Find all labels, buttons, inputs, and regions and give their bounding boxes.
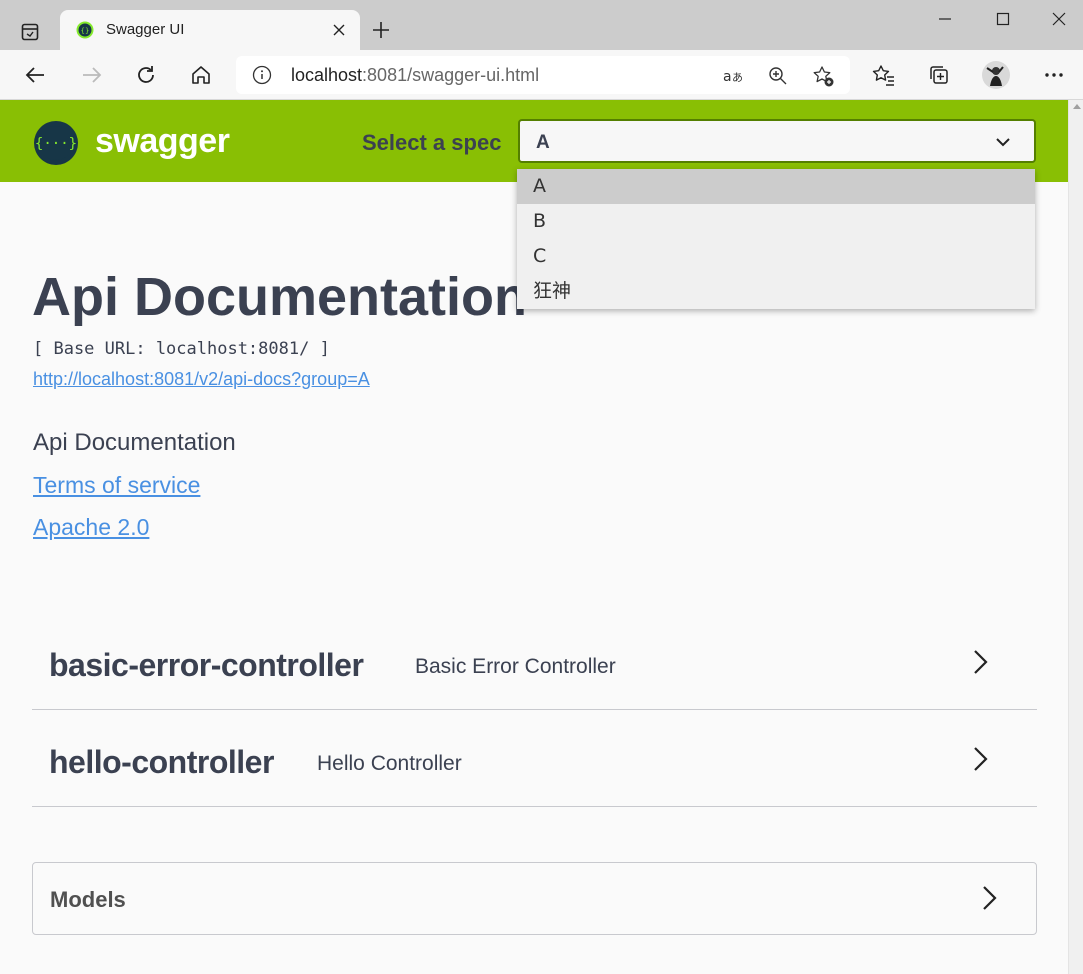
maximize-icon[interactable] (991, 7, 1015, 31)
home-icon[interactable] (188, 62, 214, 88)
spec-select[interactable]: A (518, 119, 1036, 163)
site-info-icon[interactable] (252, 65, 272, 85)
svg-text:{}: {} (81, 27, 90, 35)
refresh-icon[interactable] (133, 62, 159, 88)
address-bar[interactable]: localhost:8081/swagger-ui.html aあ (236, 56, 850, 94)
tag-description: Hello Controller (317, 752, 462, 775)
tab-actions-icon[interactable] (12, 14, 48, 50)
spec-option-a[interactable]: A (517, 169, 1035, 204)
back-icon[interactable] (23, 62, 49, 88)
select-spec-label: Select a spec (362, 130, 502, 155)
license-link[interactable]: Apache 2.0 (33, 514, 149, 541)
favorites-icon[interactable] (871, 62, 897, 88)
spec-dropdown-list: A B C 狂神 (517, 169, 1035, 309)
selected-spec-value: A (536, 132, 550, 153)
forward-icon[interactable] (78, 62, 104, 88)
swagger-favicon-icon: {} (76, 21, 94, 39)
add-favorite-icon[interactable] (812, 65, 834, 87)
page-title: Api Documentation (32, 267, 527, 327)
browser-tab[interactable]: {} Swagger UI (60, 10, 360, 50)
svg-text:{···}: {···} (35, 136, 77, 152)
models-section[interactable]: Models (32, 862, 1037, 935)
tab-title: Swagger UI (106, 21, 185, 38)
tag-basic-error-controller[interactable]: basic-error-controller Basic Error Contr… (32, 614, 1037, 710)
swagger-logo-icon[interactable]: {···} (34, 121, 78, 165)
swagger-logo-text[interactable]: swagger (95, 122, 230, 161)
spec-option-b[interactable]: B (517, 204, 1035, 239)
tag-hello-controller[interactable]: hello-controller Hello Controller (32, 711, 1037, 807)
svg-text:あ: あ (732, 71, 743, 84)
chevron-right-icon[interactable] (968, 647, 992, 677)
models-title: Models (50, 887, 126, 912)
tag-name: hello-controller (49, 744, 274, 780)
chevron-right-icon[interactable] (977, 883, 1001, 913)
spec-option-kuangshen[interactable]: 狂神 (517, 274, 1035, 309)
more-menu-icon[interactable] (1041, 62, 1067, 88)
new-tab-icon[interactable] (368, 17, 394, 43)
spec-option-c[interactable]: C (517, 239, 1035, 274)
terms-of-service-link[interactable]: Terms of service (33, 472, 200, 499)
close-tab-icon[interactable] (330, 21, 348, 39)
url-text: localhost:8081/swagger-ui.html (291, 65, 540, 85)
svg-text:a: a (723, 69, 732, 85)
read-aloud-icon[interactable]: aあ (722, 65, 744, 87)
chevron-down-icon (994, 133, 1012, 151)
minimize-icon[interactable] (933, 7, 957, 31)
profile-avatar[interactable] (981, 60, 1011, 90)
chevron-right-icon[interactable] (968, 744, 992, 774)
zoom-icon[interactable] (767, 65, 789, 87)
page-scrollbar[interactable] (1068, 100, 1083, 974)
spec-url-link[interactable]: http://localhost:8081/v2/api-docs?group=… (33, 369, 370, 390)
api-description: Api Documentation (33, 429, 236, 456)
collections-icon[interactable] (926, 62, 952, 88)
browser-toolbar: localhost:8081/swagger-ui.html aあ (0, 50, 1083, 100)
browser-tab-strip: {} Swagger UI (0, 0, 1083, 50)
scroll-up-icon[interactable] (1073, 104, 1081, 109)
tag-description: Basic Error Controller (415, 655, 616, 678)
close-window-icon[interactable] (1047, 7, 1071, 31)
base-url: [ Base URL: localhost:8081/ ] (33, 339, 330, 359)
tag-name: basic-error-controller (49, 647, 364, 683)
